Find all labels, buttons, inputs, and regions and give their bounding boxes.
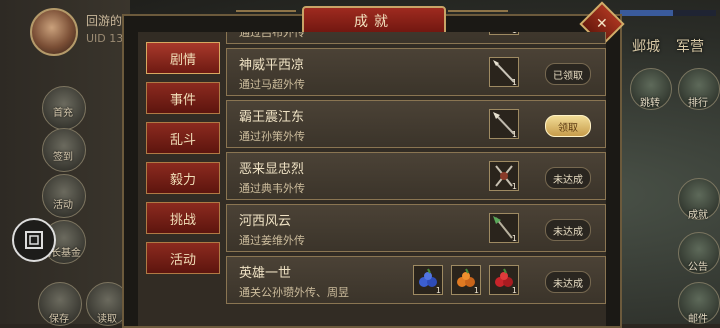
tab-activity[interactable]: 活动 [146, 242, 220, 274]
achievement-row: 河西风云 通过姜维外传 1 未达成 [226, 204, 606, 252]
achievement-title: 神威平西凉 [239, 58, 305, 73]
sign-in-label: 签到 [53, 152, 73, 163]
achievement-title: 霸王震江东 [239, 110, 305, 125]
spear-green-icon[interactable]: 1 [489, 213, 519, 243]
spear-icon[interactable]: 1 [489, 57, 519, 87]
tab-perseverance[interactable]: 毅力 [146, 162, 220, 194]
achievement-row: 神威平西凉 通过马超外传 1 已领取 [226, 48, 606, 96]
blue-fruit-icon[interactable]: 1 [413, 265, 443, 295]
achievement-title: 英雄一世 [239, 266, 292, 281]
floating-assist-icon[interactable] [12, 218, 56, 262]
title-ornament-left [236, 10, 296, 24]
dual-axe-icon[interactable]: 1 [489, 161, 519, 191]
status-not-achieved: 未达成 [545, 271, 591, 293]
tab-melee[interactable]: 乱斗 [146, 122, 220, 154]
item-count: 1 [473, 286, 479, 295]
item-count: 1 [511, 286, 517, 295]
achievement-row: 恶来显忠烈 通过典韦外传 1 未达成 [226, 152, 606, 200]
achievement-desc: 通过吕布外传 [239, 32, 305, 39]
achievement-row: 通过吕布外传 1 [226, 32, 606, 44]
achievement-row: 英雄一世 通关公孙瓒外传、周昱 1 1 1 未达成 [226, 256, 606, 304]
mail-label: 邮件 [688, 314, 708, 325]
close-icon: ✕ [596, 15, 608, 32]
achievement-desc: 通过典韦外传 [239, 182, 305, 195]
tab-challenge[interactable]: 挑战 [146, 202, 220, 234]
event-label: 活动 [53, 200, 73, 211]
item-count: 1 [435, 286, 441, 295]
item-count: 1 [511, 182, 517, 191]
reward-item[interactable]: 1 [489, 32, 519, 35]
status-not-achieved: 未达成 [545, 167, 591, 189]
notice-label: 公告 [688, 262, 708, 273]
red-fruit-icon[interactable]: 1 [489, 265, 519, 295]
item-count: 1 [511, 234, 517, 243]
camp-label[interactable]: 军营 [676, 36, 704, 56]
player-avatar[interactable] [30, 8, 78, 56]
energy-bar [620, 10, 716, 16]
spear-icon[interactable]: 1 [489, 109, 519, 139]
achievement-desc: 通过孙策外传 [239, 130, 305, 143]
achievement-desc: 通过马超外传 [239, 78, 305, 91]
orange-fruit-icon[interactable]: 1 [451, 265, 481, 295]
claim-button[interactable]: 领取 [545, 115, 591, 137]
achievement-list[interactable]: 通过吕布外传 1 神威平西凉 通过马超外传 1 已领取 霸王震江东 通过孙策外传… [226, 32, 606, 308]
save-label: 保存 [49, 314, 69, 325]
item-count: 1 [511, 130, 517, 139]
achievement-row: 霸王震江东 通过孙策外传 1 领取 [226, 100, 606, 148]
status-claimed: 已领取 [545, 63, 591, 85]
achievement-panel: 成就 ✕ 剧情 事件 乱斗 毅力 挑战 活动 通过吕布外传 1 神威平西凉 通过… [122, 1, 625, 328]
achievement-title: 河西风云 [239, 214, 292, 229]
item-count: 1 [511, 78, 517, 87]
status-not-achieved: 未达成 [545, 219, 591, 241]
achievement-desc: 通关公孙瓒外传、周昱 [239, 286, 349, 299]
jump-label: 跳转 [640, 98, 660, 109]
tab-events[interactable]: 事件 [146, 82, 220, 114]
achievement-label: 成就 [688, 210, 708, 221]
item-count: 1 [512, 32, 517, 35]
ranking-label: 排行 [688, 98, 708, 109]
city-label[interactable]: 邺城 [632, 36, 660, 56]
first-recharge-label: 首充 [53, 108, 73, 119]
tab-story[interactable]: 剧情 [146, 42, 220, 74]
title-ornament-right [448, 10, 508, 24]
achievement-title: 恶来显忠烈 [239, 162, 305, 177]
achievement-desc: 通过姜维外传 [239, 234, 305, 247]
